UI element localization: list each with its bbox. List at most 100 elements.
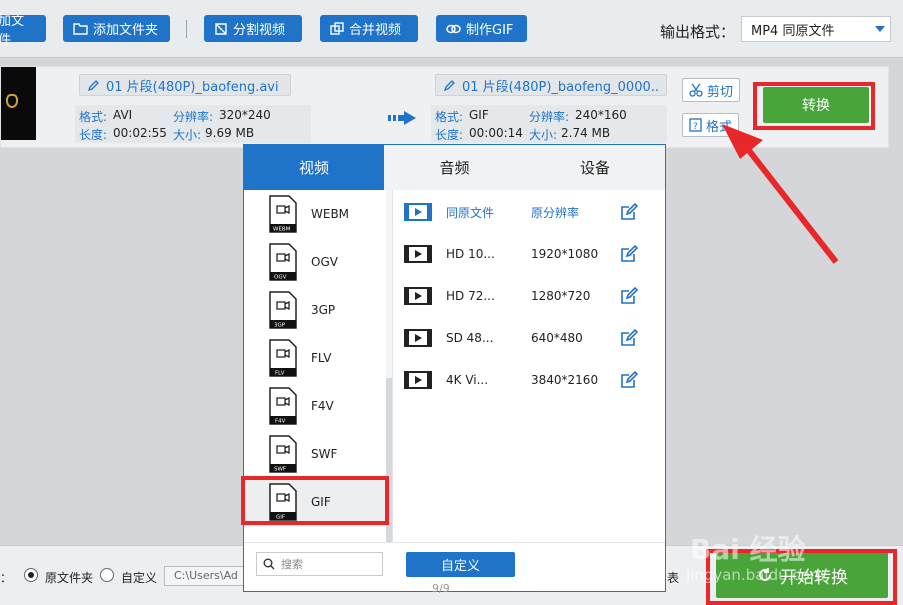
popup-divider: [392, 190, 393, 542]
merge-video-label: 合并视频: [349, 23, 402, 38]
pencil-icon: [443, 79, 455, 91]
format-badge: WEBM: [273, 227, 291, 233]
output-format-label-small: 格式:: [435, 110, 464, 124]
edit-icon[interactable]: [620, 287, 638, 305]
video-file-icon: 3GP: [269, 291, 297, 329]
quality-item[interactable]: 同原文件 原分辨率: [404, 191, 664, 233]
edit-icon[interactable]: [620, 245, 638, 263]
source-format: AVI: [113, 108, 133, 122]
quality-item[interactable]: 4K Vi... 3840*2160: [404, 359, 664, 401]
search-input[interactable]: 搜索: [256, 552, 383, 576]
format-label: SWF: [311, 447, 338, 461]
cut-label: 剪切: [707, 84, 734, 100]
watermark-url: jingyan.baidu.com: [686, 566, 825, 584]
pencil-icon: [87, 79, 99, 91]
edit-icon[interactable]: [620, 329, 638, 347]
format-item-webm[interactable]: WEBM WEBM: [244, 190, 385, 238]
add-folder-label: 添加文件夹: [93, 23, 159, 38]
search-placeholder: 搜索: [281, 558, 303, 571]
thumbnail-logo: [6, 94, 18, 108]
custom-folder-radio[interactable]: [100, 568, 114, 582]
format-item-3gp[interactable]: 3GP 3GP: [244, 286, 385, 334]
source-format-label: 格式:: [79, 110, 108, 124]
tab-video[interactable]: 视频: [244, 145, 384, 190]
format-item-swf[interactable]: SWF SWF: [244, 430, 385, 478]
output-format-value: MP4 同原文件: [751, 23, 835, 39]
folder-icon: [73, 23, 88, 35]
quality-item[interactable]: HD 72... 1280*720: [404, 275, 664, 317]
output-format: GIF: [469, 108, 489, 122]
quality-name: 4K Vi...: [446, 373, 489, 387]
split-icon: [215, 22, 227, 35]
output-size: 2.74 MB: [561, 126, 611, 140]
custom-folder-label: 自定义: [121, 571, 158, 585]
edit-icon[interactable]: [620, 203, 638, 221]
output-format-select[interactable]: MP4 同原文件: [741, 16, 891, 42]
format-item-flv[interactable]: FLV FLV: [244, 334, 385, 382]
format-label: 格式: [706, 119, 733, 135]
quality-name: 同原文件: [446, 205, 495, 220]
tab-device[interactable]: 设备: [525, 145, 665, 190]
format-label: 3GP: [311, 303, 336, 317]
quality-resolution: 1920*1080: [531, 247, 599, 261]
add-file-button[interactable]: 加文件: [0, 14, 46, 48]
gif-highlight-box: [241, 476, 389, 525]
quality-item[interactable]: HD 10... 1920*1080: [404, 233, 664, 275]
video-file-icon: OGV: [269, 243, 297, 281]
format-item-ogv[interactable]: OGV OGV: [244, 238, 385, 286]
output-filename[interactable]: 01 片段(480P)_baofeng_0000..: [435, 74, 667, 96]
format-button[interactable]: ? 格式: [682, 113, 740, 137]
split-video-label: 分割视频: [233, 23, 286, 38]
format-badge: FLV: [275, 371, 285, 377]
custom-button[interactable]: 自定义: [406, 552, 515, 577]
search-icon: [263, 558, 275, 570]
film-icon: [404, 245, 432, 263]
source-len-label: 长度:: [79, 128, 108, 142]
source-res: 320*240: [219, 108, 271, 122]
video-file-icon: WEBM: [269, 195, 297, 233]
convert-highlight-box: [753, 82, 875, 130]
add-folder-button[interactable]: 添加文件夹: [63, 15, 170, 42]
chevron-down-icon: [875, 26, 885, 32]
format-item-f4v[interactable]: F4V F4V: [244, 382, 385, 430]
popup-tabs: 视频 音频 设备: [244, 145, 665, 190]
film-icon: [404, 287, 432, 305]
format-badge: SWF: [274, 467, 286, 473]
quality-name: HD 10...: [446, 247, 495, 261]
arrow-right-icon: [388, 111, 416, 125]
merge-video-button[interactable]: 合并视频: [320, 15, 418, 42]
quality-name: HD 72...: [446, 289, 495, 303]
cut-button[interactable]: 剪切: [682, 78, 741, 102]
source-meta: 格式: AVI 分辨率: 320*240 长度: 00:02:55 大小: 9.…: [75, 105, 311, 143]
source-len: 00:02:55: [113, 126, 167, 140]
film-icon: [404, 329, 432, 347]
svg-text:?: ?: [693, 122, 698, 132]
format-badge: F4V: [275, 419, 286, 425]
format-badge: 3GP: [274, 323, 286, 329]
quality-item[interactable]: SD 48... 640*480: [404, 317, 664, 359]
quality-resolution: 原分辨率: [531, 205, 580, 220]
source-size-label: 大小:: [173, 128, 202, 142]
toolbar: 加文件 添加文件夹 分割视频 合并视频 制作GIF 输出格式： MP4 同原文件: [0, 0, 903, 58]
output-len: 00:00:14: [469, 126, 523, 140]
original-folder-label: 原文件夹: [45, 571, 94, 585]
split-video-button[interactable]: 分割视频: [204, 15, 302, 42]
toolbar-divider: [186, 20, 187, 38]
edit-icon[interactable]: [620, 371, 638, 389]
output-path-input[interactable]: C:\Users\Ad: [164, 566, 248, 586]
format-label: OGV: [311, 255, 338, 269]
format-icon: ?: [689, 118, 702, 132]
tab-audio[interactable]: 音频: [384, 145, 525, 190]
format-label: F4V: [311, 399, 334, 413]
film-icon: [404, 371, 432, 389]
output-res: 240*160: [575, 108, 627, 122]
output-size-label: 大小:: [529, 128, 558, 142]
original-folder-radio[interactable]: [24, 568, 38, 582]
source-filename[interactable]: 01 片段(480P)_baofeng.avi: [79, 74, 291, 96]
video-file-icon: FLV: [269, 339, 297, 377]
output-len-label: 长度:: [435, 128, 464, 142]
trailing-label: 表: [667, 571, 680, 585]
film-icon: [404, 203, 432, 221]
quality-name: SD 48...: [446, 331, 494, 345]
make-gif-button[interactable]: 制作GIF: [436, 15, 527, 42]
